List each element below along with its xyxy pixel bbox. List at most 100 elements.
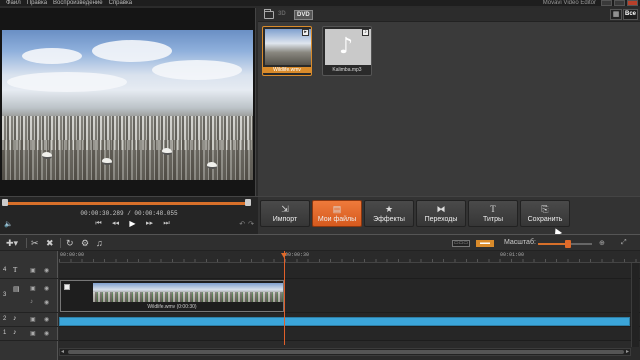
track-settings-icon[interactable]: ▣ [30,285,36,292]
track-audio-icon[interactable]: ♪ [30,299,33,305]
zoom-knob[interactable] [564,240,571,248]
scissors-icon[interactable]: ✂ [31,238,39,248]
library-clip-kalimba[interactable]: ♪ ♪ Kalimba.mp3 [322,26,372,76]
import-label: Импорт [272,216,298,223]
zoom-in-icon[interactable]: ⊕ [599,239,605,247]
transitions-button[interactable]: ⧓ Переходы [416,200,466,227]
time-total: 00:00:48.055 [134,210,178,217]
clip-title: Wildlife.wmv (0:00:30) [147,304,197,310]
volume-icon[interactable]: 🔈 [4,220,18,228]
import-icon: ⇲ [281,204,289,214]
import-button[interactable]: ⇲ Импорт [260,200,310,227]
view-grid-icon[interactable]: ▦ [610,9,622,20]
zoom-fit-icon[interactable]: ⤢ [621,239,627,247]
library-toolbar: 3D DVD ▦ Все [258,8,640,22]
preview-bird [102,158,112,165]
track-header-video: 3 ▤ ▣ ◉ ♪ ◉ [0,279,58,313]
track-lane-titles[interactable] [59,263,640,279]
folder-icon[interactable] [264,9,274,19]
preview-bird [162,148,172,155]
step-forward-icon[interactable]: ▸▸ [145,219,154,228]
undo-icon[interactable]: ↶ [239,220,245,228]
track-settings-icon[interactable]: ▣ [30,316,36,323]
scroll-thumb[interactable] [68,350,624,354]
audio-type-icon: ♪ [362,29,369,36]
menu-file[interactable]: Файл [6,0,21,6]
window-controls [601,0,638,6]
redo-icon[interactable]: ↷ [248,220,254,228]
zoom-label: Масштаб: [504,239,536,246]
app-title: Movavi Video Editor [542,0,596,6]
action-bar: ⇲ Импорт ▤ Мои файлы ★ Эффекты ⧓ Переход… [258,196,640,234]
playhead-line[interactable] [284,251,285,345]
transitions-icon: ⧓ [436,204,446,214]
effects-button[interactable]: ★ Эффекты [364,200,414,227]
time-current: 00:00:30.289 [80,210,124,217]
play-icon[interactable]: ▶ [128,219,137,228]
close-button[interactable] [627,0,638,6]
preview-cloud [7,72,127,92]
track-number: 4 [3,267,7,273]
time-ruler[interactable]: 00:00:00 00:00:30 00:01:00 [59,251,640,263]
video-preview[interactable] [2,30,253,180]
transport-controls: ⏮ ◂◂ ▶ ▸▸ ⏭ [94,219,171,228]
scroll-left-icon[interactable]: ◂ [61,348,64,355]
ruler-label: 00:00:30 [285,252,310,258]
track-mute-icon[interactable]: ◉ [44,299,49,306]
menu-edit[interactable]: Правка [27,0,47,6]
transitions-label: Переходы [424,216,458,223]
track-mute-icon[interactable]: ◉ [44,330,49,337]
ruler-label: 00:01:00 [500,252,525,258]
timeline-horizontal-scrollbar[interactable]: ◂ ▸ [59,348,631,356]
add-track-icon[interactable]: ✚▾ [6,238,18,248]
timeline-vertical-scrollbar[interactable] [631,263,639,347]
preview-birds-near [2,140,253,180]
progress-end-marker[interactable] [245,199,251,206]
music-note-icon: ♪ [339,34,354,59]
zoom-slider[interactable] [538,240,592,248]
track-visibility-icon[interactable]: ◉ [44,267,49,274]
toolbar-divider [60,238,61,248]
playback-progress[interactable] [4,202,250,205]
skip-start-icon[interactable]: ⏮ [94,219,103,228]
track-lane-audio-1[interactable] [59,327,640,341]
menu-playback[interactable]: Воспроизведение [53,0,103,6]
timeline-view-toggle[interactable]: ▬▬ [476,240,494,247]
track-number: 2 [3,316,7,322]
track-header-titles: 4 T ▣ ◉ [0,263,58,279]
skip-end-icon[interactable]: ⏭ [162,219,171,228]
track-header-audio-2: 2 ♪ ▣ ◉ [0,313,58,327]
playhead-marker[interactable] [281,253,287,258]
timeline-video-clip[interactable]: Wildlife.wmv (0:00:30) [60,280,284,312]
filter-all-button[interactable]: Все [623,9,638,20]
preview-cloud [152,60,242,80]
clip-type-icon [64,284,70,290]
storyboard-view-toggle[interactable]: ▭▭▭ [452,240,470,247]
time-readout: 00:00:30.289 / 00:00:48.055 [0,210,258,217]
audio-levels-icon[interactable]: ♫ [96,238,103,248]
track-settings-icon[interactable]: ▣ [30,267,36,274]
tab-dvd[interactable]: DVD [294,10,313,20]
tab-3d[interactable]: 3D [278,11,286,17]
time-separator: / [127,210,131,217]
my-files-label: Мои файлы [317,216,357,223]
track-mute-icon[interactable]: ◉ [44,316,49,323]
preview-cloud [92,40,172,62]
titles-button[interactable]: T Титры [468,200,518,227]
library-clip-wildlife[interactable]: ▸ Wildlife.wmv [262,26,312,76]
step-back-icon[interactable]: ◂◂ [111,219,120,228]
minimize-button[interactable] [601,0,612,6]
scroll-right-icon[interactable]: ▸ [626,348,629,355]
track-settings-icon[interactable]: ▣ [30,330,36,337]
delete-icon[interactable]: ✖ [46,238,54,248]
maximize-button[interactable] [614,0,625,6]
progress-start-marker[interactable] [2,199,8,206]
toolbar-divider [26,238,27,248]
track-visibility-icon[interactable]: ◉ [44,285,49,292]
timeline-audio-clip[interactable] [59,317,630,326]
my-files-button[interactable]: ▤ Мои файлы [312,200,362,227]
rotate-icon[interactable]: ↻ [66,238,74,248]
clip-properties-icon[interactable]: ⚙ [81,238,89,248]
save-button[interactable]: ⎘ Сохранить [520,200,570,227]
menu-help[interactable]: Справка [109,0,133,6]
